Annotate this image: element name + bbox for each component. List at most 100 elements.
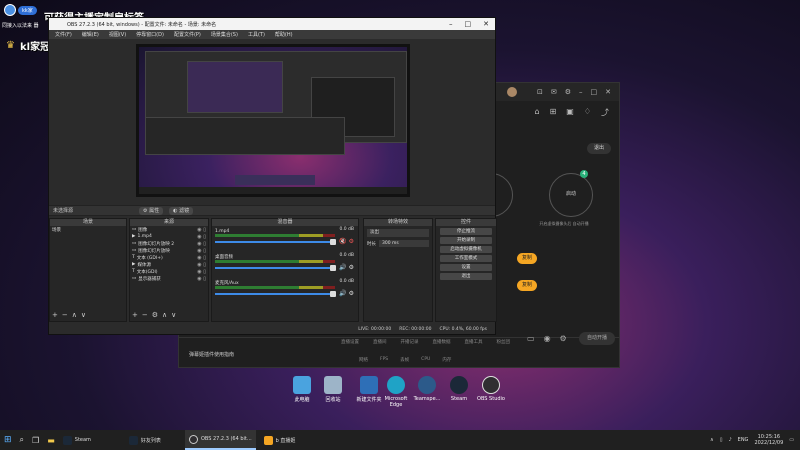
properties-button[interactable]: ⚙ 属性 (139, 206, 164, 215)
notification-icon[interactable]: ▭ (789, 437, 794, 443)
tab-live-record[interactable]: 开播记录 (401, 339, 419, 345)
file-explorer-button[interactable]: ▬ (43, 430, 59, 450)
gift-icon[interactable]: ⌂ (534, 107, 539, 118)
exit-button[interactable]: 退出 (440, 273, 492, 280)
camera-icon[interactable]: ▭ (527, 334, 535, 343)
visibility-icon[interactable]: ◉ ▯ (197, 248, 208, 254)
desktop-icon-edge[interactable]: Microsoft Edge (379, 376, 413, 408)
down-icon[interactable]: ∨ (81, 311, 86, 319)
menu-file[interactable]: 文件(F) (55, 31, 72, 38)
shop-icon[interactable]: ⊞ (550, 107, 557, 118)
task-view-button[interactable]: ❐ (28, 430, 43, 450)
add-icon[interactable]: + (52, 311, 58, 319)
search-button[interactable]: ⌕ (16, 430, 28, 450)
visibility-icon[interactable]: ◉ ▯ (197, 276, 208, 282)
notice-text[interactable]: 弹幕姬插件使用指南 (189, 351, 234, 358)
source-item[interactable]: T 文本 (GDI+) ◉ ▯ (130, 254, 208, 261)
source-item[interactable]: ▭ 图像幻灯片放映 ◉ ▯ (130, 247, 208, 254)
gear-icon[interactable]: ⚙ (152, 311, 158, 319)
mute-icon[interactable]: 🔇 ⚙ (339, 238, 354, 245)
obs-close-icon[interactable]: ✕ (483, 20, 489, 28)
visibility-icon[interactable]: ◉ ▯ (197, 255, 208, 261)
speaker-icon[interactable]: 🔊 ⚙ (339, 264, 354, 271)
menu-view[interactable]: 视图(V) (109, 31, 126, 38)
volume-slider[interactable] (215, 293, 335, 295)
up-icon[interactable]: ∧ (162, 311, 167, 319)
copy-button-2[interactable]: 复制 (517, 280, 537, 291)
taskbar-app-friends[interactable]: 好友列表 (125, 430, 165, 450)
tab-fan-club[interactable]: 粉丝团 (497, 339, 511, 345)
tray-overflow-icon[interactable]: ∧ (710, 437, 714, 443)
start-ring-button[interactable]: 4 启动 (549, 170, 593, 217)
studio-mode-button[interactable]: 工作室模式 (440, 255, 492, 262)
volume-icon[interactable]: ♪ (728, 437, 731, 443)
stop-streaming-button[interactable]: 停止推流 (440, 228, 492, 235)
source-item[interactable]: ▭ 图像 ◉ ▯ (130, 226, 208, 233)
network-icon[interactable]: ▯ (720, 437, 723, 443)
menu-help[interactable]: 帮助(H) (275, 31, 293, 38)
go-live-button[interactable]: 自动开播 (579, 332, 615, 345)
maximize-icon[interactable]: □ (591, 88, 598, 96)
menu-edit[interactable]: 编辑(E) (82, 31, 99, 38)
settings-button[interactable]: 设置 (440, 264, 492, 271)
obs-minimize-icon[interactable]: – (449, 20, 453, 28)
volume-slider[interactable] (215, 267, 335, 269)
close-icon[interactable]: ✕ (605, 88, 611, 96)
settings-icon[interactable]: ⚙ (565, 88, 571, 96)
tab-live-tools[interactable]: 直播工具 (465, 339, 483, 345)
source-item[interactable]: ▭ 图像幻灯片放映 2 ◉ ▯ (130, 240, 208, 247)
minimize-icon[interactable]: – (579, 88, 583, 96)
source-item[interactable]: ▭ 显示器捕获 ◉ ▯ (130, 275, 208, 282)
exit-button[interactable]: 退出 (587, 143, 611, 154)
tab-live-settings[interactable]: 直播设置 (341, 339, 359, 345)
language-indicator[interactable]: ENG (738, 437, 749, 443)
volume-slider-handle[interactable] (330, 265, 336, 271)
source-item[interactable]: ▶ 1.mp4 ◉ ▯ (130, 233, 208, 240)
skin-icon[interactable]: ⊡ (537, 88, 543, 96)
scene-item[interactable]: 场景 (50, 226, 126, 233)
bc-avatar[interactable] (507, 87, 517, 97)
copy-button-1[interactable]: 复制 (517, 253, 537, 264)
bell-icon[interactable]: ♢ (584, 107, 591, 118)
clock[interactable]: 10:25:16 2022/12/09 (754, 434, 783, 446)
up-icon[interactable]: ∧ (72, 311, 77, 319)
remove-icon[interactable]: − (142, 311, 148, 319)
down-icon[interactable]: ∨ (171, 311, 176, 319)
gear-icon[interactable]: ⚙ (560, 334, 567, 343)
visibility-icon[interactable]: ◉ ▯ (197, 227, 208, 233)
menu-docks[interactable]: 停靠窗口(D) (136, 31, 164, 38)
desktop-icon-this-pc[interactable]: 此电脑 (285, 376, 319, 403)
menu-tools[interactable]: 工具(T) (248, 31, 265, 38)
add-icon[interactable]: + (132, 311, 138, 319)
filters-button[interactable]: ◐ 滤镜 (169, 206, 194, 215)
message-icon[interactable]: ✉ (551, 88, 557, 96)
duration-input[interactable]: 300 ms (379, 240, 429, 247)
start-recording-button[interactable]: 开始录制 (440, 237, 492, 244)
tab-live-room[interactable]: 直播间 (373, 339, 387, 345)
obs-preview[interactable] (136, 44, 410, 197)
menu-scene-collection[interactable]: 场景集合(S) (211, 31, 238, 38)
eye-icon[interactable]: ◉ (544, 334, 551, 343)
source-item[interactable]: T 文本(GDI) ◉ ▯ (130, 268, 208, 275)
taskbar-app-live[interactable]: b 直播姬 (260, 430, 300, 450)
menu-profile[interactable]: 配置文件(P) (174, 31, 201, 38)
box-icon[interactable]: ▣ (566, 107, 574, 118)
visibility-icon[interactable]: ◉ ▯ (197, 269, 208, 275)
visibility-icon[interactable]: ◉ ▯ (197, 262, 208, 268)
desktop-icon-teamspeak[interactable]: Teamspe... (410, 376, 444, 402)
source-item[interactable]: ▶ 媒体源 ◉ ▯ (130, 261, 208, 268)
volume-slider-handle[interactable] (330, 291, 336, 297)
volume-slider[interactable] (215, 241, 335, 243)
speaker-icon[interactable]: 🔊 ⚙ (339, 290, 354, 297)
taskbar-app-obs[interactable]: OBS 27.2.3 (64 bit... (184, 430, 256, 450)
share-icon[interactable]: ⤴ (601, 107, 609, 118)
visibility-icon[interactable]: ◉ ▯ (197, 241, 208, 247)
desktop-icon-obs[interactable]: OBS Studio (474, 376, 508, 402)
volume-slider-handle[interactable] (330, 239, 336, 245)
taskbar-app-steam[interactable]: Steam (59, 430, 95, 450)
visibility-icon[interactable]: ◉ ▯ (197, 234, 208, 240)
obs-maximize-icon[interactable]: □ (465, 20, 472, 28)
remove-icon[interactable]: − (62, 311, 68, 319)
transition-select[interactable]: 淡出 (367, 229, 429, 237)
start-virtual-camera-button[interactable]: 启动虚拟摄像机 (440, 246, 492, 253)
